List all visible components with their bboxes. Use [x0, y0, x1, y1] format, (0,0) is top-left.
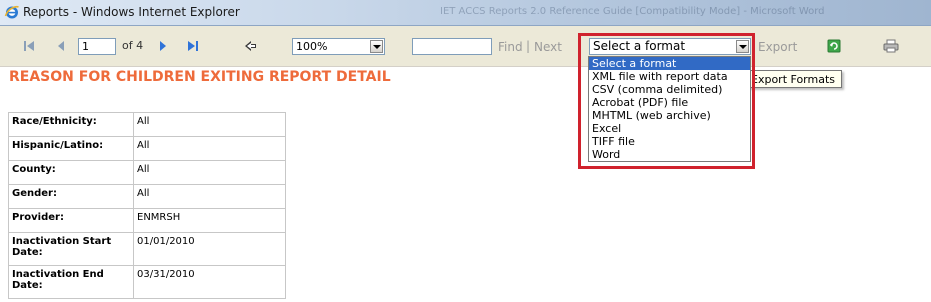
last-page-icon[interactable] — [186, 39, 200, 53]
zoom-value: 100% — [296, 40, 328, 53]
table-row: Race/Ethnicity: All — [8, 112, 286, 137]
refresh-icon[interactable] — [827, 39, 841, 53]
report-toolbar: of 4 100% Find | Next Select a format Ex… — [0, 26, 931, 67]
parameter-value: All — [133, 160, 286, 185]
export-option-xml[interactable]: XML file with report data — [589, 70, 750, 83]
export-format-dropdown-list[interactable]: Select a format XML file with report dat… — [588, 56, 751, 162]
report-title: REASON FOR CHILDREN EXITING REPORT DETAI… — [9, 69, 391, 85]
parameter-label: Hispanic/Latino: — [8, 136, 134, 161]
parameter-value: All — [133, 136, 286, 161]
table-row: Hispanic/Latino: All — [8, 136, 286, 161]
find-separator: | — [526, 39, 531, 53]
previous-page-icon[interactable] — [54, 39, 68, 53]
window-title: Reports - Windows Internet Explorer — [23, 5, 240, 19]
parameter-value: 03/31/2010 — [133, 265, 286, 299]
export-link[interactable]: Export — [758, 40, 797, 54]
parameter-label: Race/Ethnicity: — [8, 112, 134, 137]
back-to-parent-icon[interactable] — [244, 39, 258, 53]
table-row: Provider: ENMRSH — [8, 208, 286, 233]
parameter-label: Provider: — [8, 208, 134, 233]
page-count-label: of 4 — [122, 39, 144, 52]
find-input[interactable] — [412, 38, 492, 55]
window-title-bar: Reports - Windows Internet Explorer IET … — [0, 0, 931, 26]
export-format-value: Select a format — [593, 39, 686, 53]
page-number-input[interactable] — [78, 38, 116, 55]
find-next-link[interactable]: Next — [534, 40, 562, 54]
export-option-select-format[interactable]: Select a format — [589, 57, 750, 70]
next-page-icon[interactable] — [156, 39, 170, 53]
export-option-pdf[interactable]: Acrobat (PDF) file — [589, 96, 750, 109]
table-row: Gender: All — [8, 184, 286, 209]
parameter-label: County: — [8, 160, 134, 185]
table-row: Inactivation End Date: 03/31/2010 — [8, 265, 286, 299]
export-option-word[interactable]: Word — [589, 148, 750, 161]
parameter-value: ENMRSH — [133, 208, 286, 233]
table-row: Inactivation Start Date: 01/01/2010 — [8, 232, 286, 266]
first-page-icon[interactable] — [22, 39, 36, 53]
export-option-tiff[interactable]: TIFF file — [589, 135, 750, 148]
export-format-select[interactable]: Select a format — [589, 38, 751, 55]
export-option-mhtml[interactable]: MHTML (web archive) — [589, 109, 750, 122]
parameter-label: Inactivation Start Date: — [8, 232, 134, 266]
export-formats-tooltip: Export Formats — [748, 70, 842, 88]
print-icon[interactable] — [883, 39, 899, 53]
report-parameters-table: Race/Ethnicity: All Hispanic/Latino: All… — [8, 112, 286, 299]
parameter-value: All — [133, 184, 286, 209]
parameter-value: 01/01/2010 — [133, 232, 286, 266]
internet-explorer-icon — [4, 5, 19, 19]
table-row: County: All — [8, 160, 286, 185]
zoom-dropdown-arrow-icon[interactable] — [370, 40, 383, 53]
parameter-label: Inactivation End Date: — [8, 265, 134, 299]
parameter-value: All — [133, 112, 286, 137]
export-dropdown-arrow-icon[interactable] — [736, 40, 749, 53]
find-link[interactable]: Find — [498, 40, 523, 54]
export-option-csv[interactable]: CSV (comma delimited) — [589, 83, 750, 96]
export-option-excel[interactable]: Excel — [589, 122, 750, 135]
zoom-select[interactable]: 100% — [292, 38, 385, 55]
parameter-label: Gender: — [8, 184, 134, 209]
background-window-title: IET ACCS Reports 2.0 Reference Guide [Co… — [440, 6, 825, 17]
